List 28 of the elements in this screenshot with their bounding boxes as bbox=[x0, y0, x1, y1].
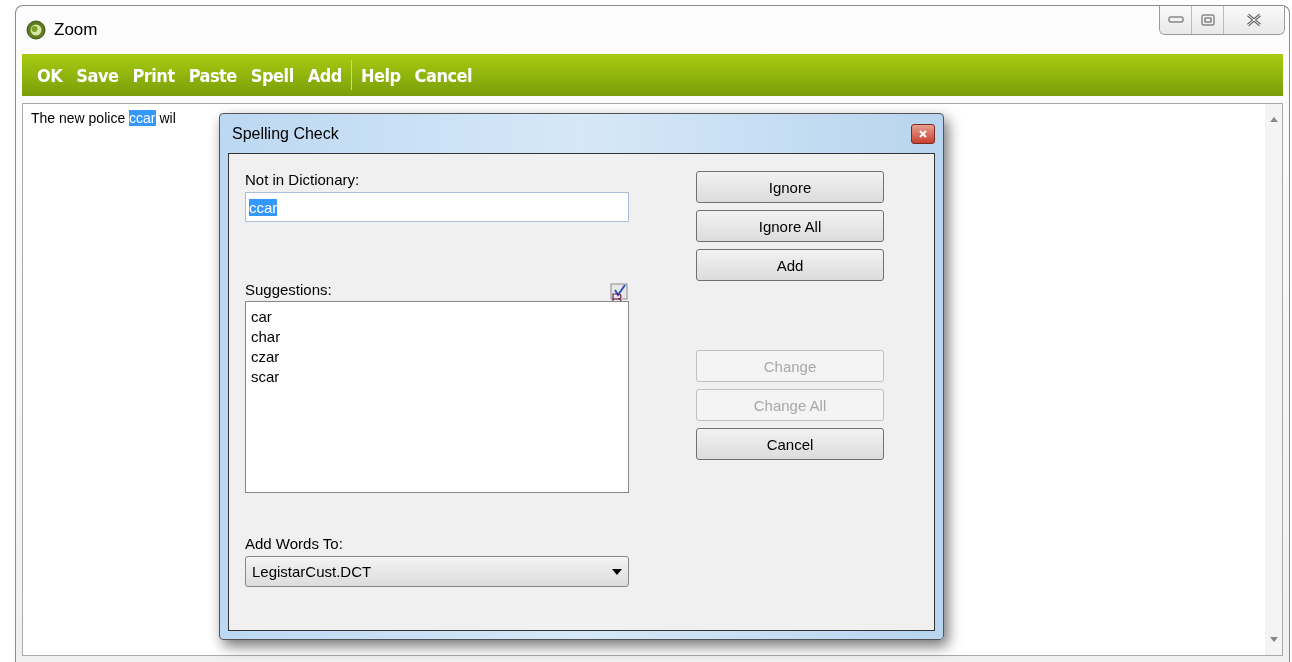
scrollbar[interactable] bbox=[1265, 104, 1282, 655]
minimize-button[interactable] bbox=[1160, 6, 1192, 34]
field-label: Add Words To: bbox=[245, 535, 344, 552]
spell-check-icon bbox=[609, 280, 629, 304]
restore-icon bbox=[1200, 14, 1215, 26]
dropdown-caret-icon bbox=[612, 568, 622, 575]
dialog-button[interactable]: Ignore All bbox=[696, 210, 884, 242]
maximize-button[interactable] bbox=[1192, 6, 1224, 34]
dialog-button[interactable]: Cancel bbox=[696, 428, 884, 460]
scroll-down-icon bbox=[1268, 637, 1279, 643]
suggestion-item[interactable]: char bbox=[251, 327, 628, 347]
scroll-up-icon bbox=[1268, 116, 1279, 122]
dictionary-dropdown[interactable]: LegistarCust.DCT bbox=[245, 556, 629, 587]
dialog-title: Spelling Check bbox=[231, 124, 339, 143]
field-label: Not in Dictionary: bbox=[245, 171, 361, 188]
suggestion-item[interactable]: car bbox=[251, 307, 628, 327]
close-icon bbox=[919, 129, 927, 138]
suggestion-item[interactable]: scar bbox=[251, 367, 628, 387]
dialog-button[interactable]: Ignore bbox=[696, 171, 884, 203]
close-icon bbox=[1246, 13, 1262, 27]
field-label: Suggestions: bbox=[245, 281, 332, 298]
window-title: Zoom bbox=[54, 20, 98, 40]
suggestions-list[interactable]: car char czar scar bbox=[245, 301, 629, 493]
suggestion-item[interactable]: czar bbox=[251, 347, 628, 367]
minimize-icon bbox=[1167, 16, 1184, 24]
close-button[interactable] bbox=[911, 123, 935, 144]
dialog-button[interactable]: Add bbox=[696, 249, 884, 281]
app-icon bbox=[26, 20, 46, 40]
